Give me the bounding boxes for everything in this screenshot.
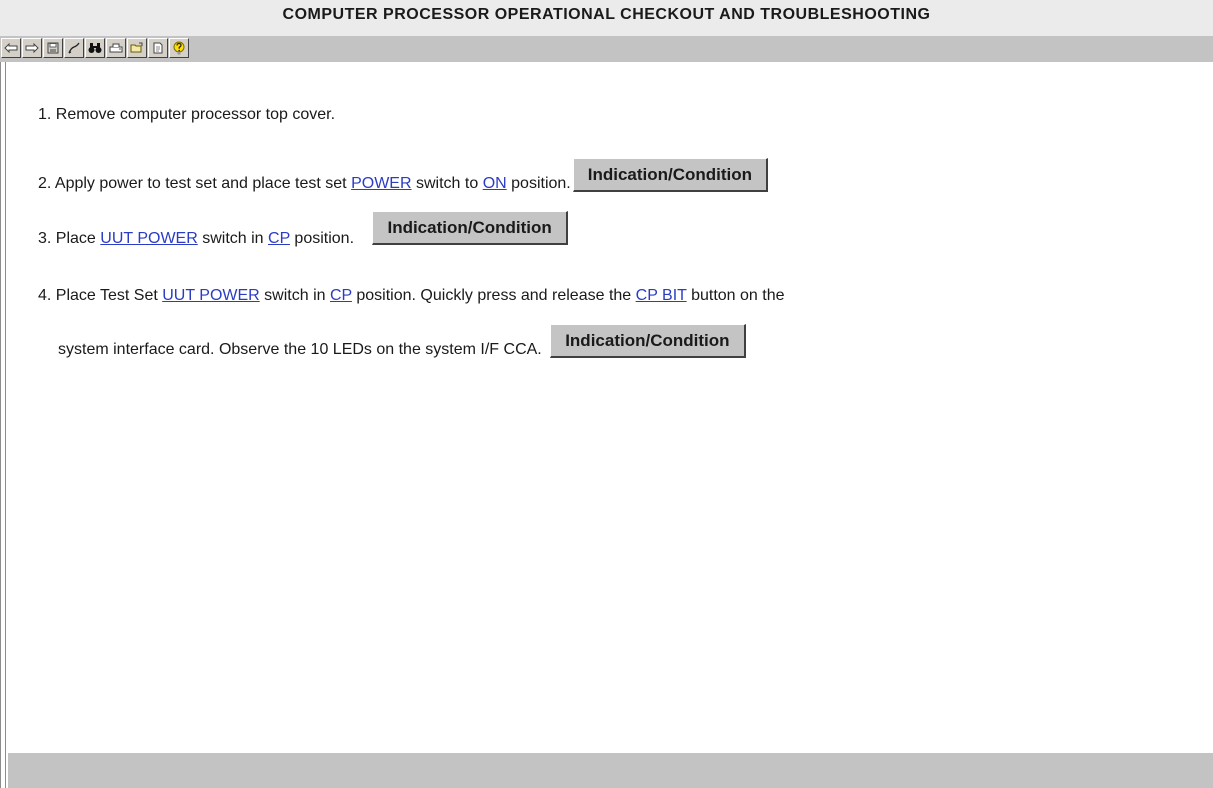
step-text: position. [294, 230, 355, 247]
step-number: 2. [38, 175, 52, 192]
app-window: COMPUTER PROCESSOR OPERATIONAL CHECKOUT … [0, 0, 1213, 788]
step-text: position. [511, 175, 571, 192]
step-text: Remove computer processor top cover. [55, 106, 336, 123]
procedure-step-1: 1. Remove computer processor top cover. [38, 105, 335, 125]
forward-arrow-icon [25, 43, 39, 53]
step-number: 4. [38, 287, 52, 304]
power-link[interactable]: POWER [351, 175, 411, 192]
indication-condition-button[interactable]: Indication/Condition [550, 324, 746, 358]
step-text: switch in [264, 287, 326, 304]
procedure-step-3: 3. Place UUT POWER switch in CP position… [38, 211, 568, 249]
help-button[interactable] [169, 38, 189, 58]
uut-power-link[interactable]: UUT POWER [162, 287, 259, 304]
print-button[interactable] [106, 38, 126, 58]
step-text: position. Quickly press and release the [356, 287, 632, 304]
step-text: Apply power to test set and place test s… [54, 175, 347, 192]
find-button[interactable] [85, 38, 105, 58]
step-number: 3. [38, 230, 52, 247]
toolbar [1, 38, 190, 58]
procedure-step-4: 4. Place Test Set UUT POWER switch in CP… [38, 286, 785, 358]
indication-condition-button[interactable]: Indication/Condition [372, 211, 568, 245]
save-button[interactable] [43, 38, 63, 58]
cp-link[interactable]: CP [330, 287, 352, 304]
print-icon [109, 42, 123, 54]
step-text: button on the [691, 287, 785, 304]
document-icon [153, 42, 163, 54]
procedure-step-2: 2. Apply power to test set and place tes… [38, 158, 769, 194]
back-arrow-icon [4, 43, 18, 53]
step-text: switch to [415, 175, 479, 192]
step-number: 1. [38, 106, 52, 123]
open-folder-icon [130, 42, 144, 54]
open-button[interactable] [127, 38, 147, 58]
step-continuation: system interface card. Observe the 10 LE… [58, 324, 746, 360]
step-text: system interface card. Observe the 10 LE… [58, 341, 542, 358]
title-bar: COMPUTER PROCESSOR OPERATIONAL CHECKOUT … [0, 0, 1213, 36]
forward-button[interactable] [22, 38, 42, 58]
indication-condition-button[interactable]: Indication/Condition [572, 158, 769, 192]
cp-link[interactable]: CP [268, 230, 290, 247]
step-text: Place [55, 230, 96, 247]
left-frame-border [0, 62, 6, 788]
annotate-button[interactable] [64, 38, 84, 58]
help-icon [173, 41, 185, 55]
cp-bit-link[interactable]: CP BIT [636, 287, 687, 304]
uut-power-link[interactable]: UUT POWER [100, 230, 197, 247]
document-button[interactable] [148, 38, 168, 58]
step-text: Place Test Set [55, 287, 158, 304]
back-button[interactable] [1, 38, 21, 58]
on-link[interactable]: ON [483, 175, 507, 192]
status-bar [8, 753, 1213, 788]
pen-icon [68, 42, 80, 54]
save-icon [47, 42, 59, 54]
step-text: switch in [202, 230, 264, 247]
binoculars-icon [88, 42, 102, 54]
page-title: COMPUTER PROCESSOR OPERATIONAL CHECKOUT … [282, 6, 931, 23]
